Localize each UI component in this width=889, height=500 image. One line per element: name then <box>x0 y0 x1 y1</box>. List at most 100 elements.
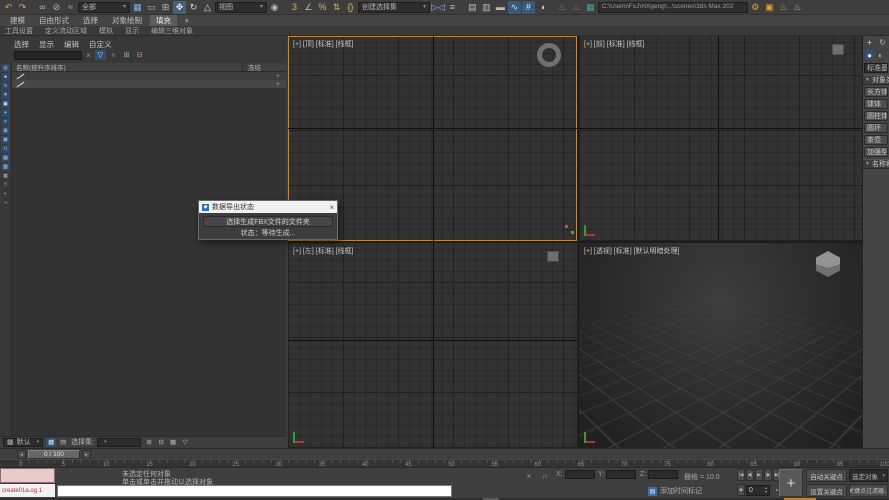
scene-object-marker[interactable] <box>565 225 568 228</box>
render-setup-teapot-icon[interactable]: ♨ <box>556 1 569 14</box>
set-key-button[interactable]: 设置关键点 <box>806 484 847 497</box>
scene-object-marker[interactable] <box>571 231 574 234</box>
pick-parent-icon[interactable]: ⊞ <box>121 50 132 60</box>
viewport-front-label[interactable]: [+] [前] [标准] [线框] <box>584 39 644 49</box>
toolbar-icon[interactable] <box>460 1 465 14</box>
primitive-button[interactable]: 圆环 <box>864 123 888 133</box>
scene-explorer-toggle-icon[interactable]: ▤ <box>466 1 479 14</box>
explorer-preset-dropdown[interactable]: ▦ 默认 <box>3 438 43 447</box>
material-editor-icon[interactable]: ◑ <box>536 1 549 14</box>
dialog-title-bar[interactable]: ◆ 数据导出状态 × <box>199 201 337 213</box>
primitive-button[interactable]: 长方体 <box>864 87 888 97</box>
select-by-name-icon[interactable]: ▦ <box>131 1 144 14</box>
scene-object-row[interactable]: + <box>12 72 286 80</box>
previous-frame-button[interactable]: ◀| <box>746 469 754 481</box>
ribbon-collapse-icon[interactable]: ▾ <box>185 17 189 25</box>
close-icon[interactable]: × <box>329 203 334 212</box>
lights-filter-icon[interactable]: ☀ <box>1 91 10 99</box>
rendered-frame-teapot-icon[interactable]: ♨ <box>570 1 583 14</box>
frozen-filter-icon[interactable]: ▦ <box>1 172 10 180</box>
ribbon-tool-display[interactable]: 显示 <box>125 26 139 36</box>
selection-filter-dropdown[interactable]: 全部 <box>78 2 130 13</box>
named-selection-dropdown[interactable]: 创建选择集 <box>358 2 430 13</box>
ribbon-tool-settings[interactable]: 工具设置 <box>5 26 33 36</box>
primitive-category-dropdown[interactable]: 标准基本体 <box>864 63 888 73</box>
current-frame-field[interactable]: 0 ▴▾ <box>746 485 770 496</box>
render-production-icon[interactable]: ⚙ <box>749 1 762 14</box>
name-column-header[interactable]: 名称(按升序排序) <box>16 62 66 72</box>
explorer-column-header[interactable]: 名称(按升序排序) 冻结 <box>12 63 286 72</box>
macro-recorder-pane[interactable] <box>0 468 55 483</box>
explorer-tree-view-icon[interactable]: ▤ <box>58 438 68 447</box>
display-all-filter-icon[interactable]: ◎ <box>1 64 10 72</box>
modify-tab[interactable]: ↻ <box>878 38 887 48</box>
helpers-filter-icon[interactable]: + <box>1 109 10 117</box>
ribbon-toggle-icon[interactable]: ▬ <box>494 1 507 14</box>
bones-filter-icon[interactable]: □ <box>1 145 10 153</box>
edit-named-selection-icon[interactable]: {} <box>344 1 357 14</box>
select-region-icon[interactable]: ▭ <box>145 1 158 14</box>
object-type-rollout[interactable]: ▼ 对象类型 <box>863 75 889 85</box>
unlink-icon[interactable]: ⊘ <box>50 1 63 14</box>
explorer-menu-edit[interactable]: 编辑 <box>64 39 79 48</box>
shapes-filter-icon[interactable]: ∿ <box>1 82 10 90</box>
render-iterative-icon[interactable]: ♨ <box>791 1 804 14</box>
frozen-column-header[interactable]: 冻结 <box>242 62 282 72</box>
reference-coordinate-dropdown[interactable]: 视图 <box>215 2 267 13</box>
use-pivot-center-icon[interactable]: ◉ <box>268 1 281 14</box>
play-button[interactable]: ▶ <box>755 469 763 481</box>
viewport-top-label[interactable]: [+] [顶] [标准] [线框] <box>293 39 353 49</box>
key-filters-button[interactable]: 关键点过滤器... <box>849 484 888 497</box>
viewport-left-label[interactable]: [+] [左] [标准] [线框] <box>293 246 353 256</box>
ribbon-tab-object-paint[interactable]: 对象绘制 <box>106 15 148 26</box>
primitive-button[interactable]: 加强型文本 <box>864 147 888 157</box>
scene-object-row[interactable]: + <box>12 80 286 88</box>
viewport-perspective[interactable]: [+] [透视] [标准] [默认明暗处理] <box>579 243 862 448</box>
x-coordinate-field[interactable] <box>565 470 595 479</box>
geometry-filter-icon[interactable]: ● <box>1 73 10 81</box>
rotate-icon[interactable]: ↻ <box>187 1 200 14</box>
go-to-start-button[interactable]: |◀ <box>737 469 745 481</box>
filter-icon[interactable]: ▽ <box>95 50 106 60</box>
viewport-perspective-label[interactable]: [+] [透视] [标准] [默认明暗处理] <box>584 246 679 256</box>
pick-child-icon[interactable]: ⊟ <box>134 50 145 60</box>
selection-set-list-icon[interactable]: ▦ <box>168 438 178 447</box>
align-icon[interactable]: ≡ <box>446 1 459 14</box>
collapse-filter-icon[interactable]: ¬ <box>1 199 10 207</box>
curve-editor-icon[interactable]: ∿ <box>508 1 521 14</box>
shapes-category[interactable]: ◐ <box>876 50 885 60</box>
select-link-icon[interactable]: ∞ <box>36 1 49 14</box>
render-frame-window-icon[interactable]: ▣ <box>763 1 776 14</box>
ribbon-tab-selection[interactable]: 选择 <box>77 15 104 26</box>
toolbar-icon[interactable] <box>30 1 35 14</box>
selection-lock-icon[interactable]: ∩ <box>539 470 551 482</box>
ribbon-tab-freeform[interactable]: 自由形式 <box>33 15 75 26</box>
lock-explorer-icon[interactable]: ∩ <box>108 50 119 60</box>
materials-filter-icon[interactable]: ▥ <box>1 163 10 171</box>
selection-filter-funnel-icon[interactable]: ▽ <box>180 438 190 447</box>
hidden-filter-icon[interactable]: ▽ <box>1 181 10 189</box>
remove-selection-set-icon[interactable]: ⊟ <box>156 438 166 447</box>
ribbon-tool-simulate[interactable]: 模拟 <box>99 26 113 36</box>
time-slider-prev-icon[interactable]: ◄ <box>17 450 26 459</box>
scale-icon[interactable]: △ <box>201 1 214 14</box>
xrefs-filter-icon[interactable]: ⊠ <box>1 136 10 144</box>
viewcube-top-ring[interactable] <box>537 43 561 67</box>
create-tab[interactable]: + <box>865 38 874 48</box>
search-input[interactable] <box>14 51 82 60</box>
macro-recorder-output[interactable]: create01a.og 1 <box>0 484 55 497</box>
primitive-button[interactable]: 圆柱体 <box>864 111 888 121</box>
explorer-list-view-icon[interactable]: ▦ <box>46 438 56 447</box>
viewcube-mini[interactable] <box>832 44 844 55</box>
viewport-left[interactable]: [+] [左] [标准] [线框] <box>288 243 577 448</box>
render-icon[interactable]: ♨ <box>777 1 790 14</box>
explorer-menu-customize[interactable]: 自定义 <box>89 39 112 48</box>
z-coordinate-field[interactable] <box>648 470 678 479</box>
toolbar-icon[interactable] <box>282 1 287 14</box>
key-mode-toggle-icon[interactable]: ◆ <box>737 484 745 496</box>
viewcube-mini[interactable] <box>547 251 559 262</box>
window-crossing-icon[interactable]: ⊞ <box>159 1 172 14</box>
undo-icon[interactable]: ↶ <box>2 1 15 14</box>
cameras-filter-icon[interactable]: ▣ <box>1 100 10 108</box>
mirror-icon[interactable]: ▷◁ <box>431 1 445 14</box>
